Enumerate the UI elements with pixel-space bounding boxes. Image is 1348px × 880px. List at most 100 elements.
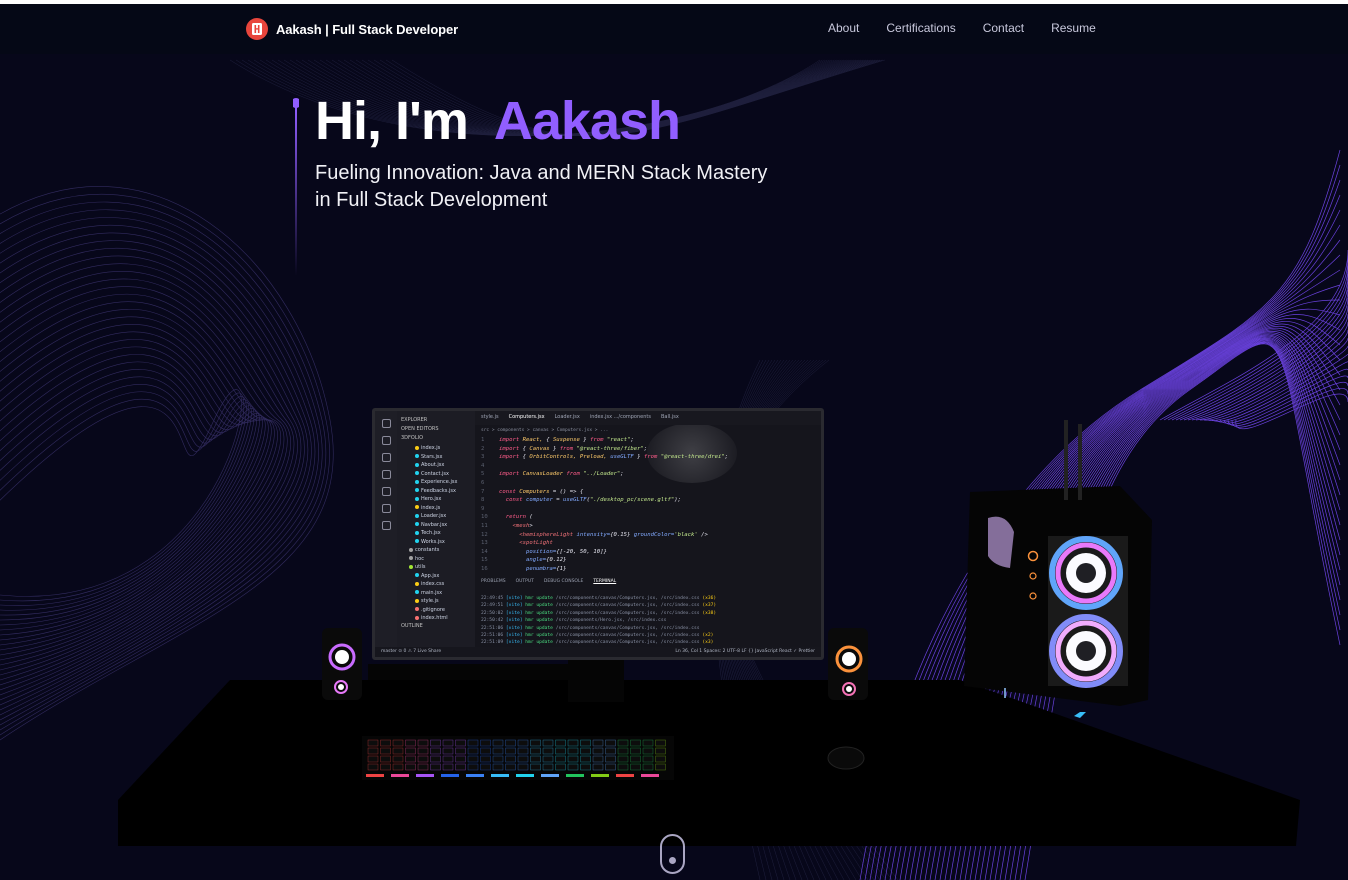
keyboard-key	[542, 747, 554, 755]
file-name: About.jsx	[421, 462, 445, 468]
explorer-file[interactable]: Tech.jsx	[401, 529, 471, 538]
file-name: Experience.jsx	[421, 479, 458, 485]
file-name: Works.jsx	[421, 538, 445, 545]
remote-icon	[381, 504, 391, 513]
keyboard-key	[505, 747, 516, 755]
keyboard-key	[480, 755, 491, 763]
keyboard-key	[367, 747, 379, 755]
keyboard-key	[555, 763, 566, 771]
explorer-file[interactable]: Hero.jsx	[401, 495, 471, 504]
editor-tab[interactable]: Ball.jsx	[661, 414, 679, 422]
explorer-file[interactable]: index.css	[401, 580, 471, 589]
file-icon	[415, 454, 419, 458]
keyboard-key	[580, 755, 591, 763]
keyboard-key	[592, 755, 604, 763]
panel-tab[interactable]: PROBLEMS	[481, 579, 506, 584]
keyboard-led	[391, 774, 409, 777]
keyboard-key	[567, 739, 579, 747]
file-icon	[409, 564, 413, 569]
keyboard-key	[605, 747, 616, 755]
explorer-file[interactable]: Stars.jsx	[401, 453, 471, 462]
keyboard-led	[591, 774, 609, 777]
explorer-file[interactable]: index.js	[401, 444, 471, 453]
timeline-icon	[381, 521, 391, 530]
terminal-line: 22:49:51 [vite] hmr update /src/componen…	[481, 603, 717, 609]
keyboard-key	[617, 763, 629, 771]
keyboard-key	[392, 747, 404, 755]
editor-tab[interactable]: Loader.jsx	[555, 414, 580, 422]
keyboard-key	[642, 763, 654, 771]
keyboard-key	[567, 763, 579, 771]
file-icon	[415, 530, 419, 535]
keyboard-key	[442, 755, 454, 763]
keyboard-key	[655, 755, 666, 763]
keyboard-key	[367, 755, 379, 763]
explorer-file[interactable]: Works.jsx	[401, 538, 471, 547]
explorer-file[interactable]: index.js	[401, 504, 471, 513]
file-icon	[415, 522, 419, 526]
explorer-file[interactable]: Navbar.jsx	[401, 521, 471, 530]
panel-tab[interactable]: OUTPUT	[516, 579, 534, 584]
vscode-panel-tabs: PROBLEMS OUTPUT DEBUG CONSOLE TERMINAL	[481, 579, 819, 584]
keyboard-key	[455, 763, 466, 771]
keyboard-key	[517, 747, 529, 755]
keyboard-key	[430, 739, 441, 747]
code-line: 16 penumbra={1}	[481, 565, 567, 572]
keyboard-key	[517, 739, 529, 747]
keyboard-key	[417, 755, 429, 763]
keyboard-key	[630, 755, 641, 763]
keyboard-led	[491, 774, 509, 777]
explorer-file[interactable]: .gitignore	[401, 606, 471, 615]
explorer-file[interactable]: main.jsx	[401, 589, 471, 598]
keyboard-key	[567, 755, 579, 763]
file-icon	[415, 573, 419, 577]
editor-tab[interactable]: Computers.jsx	[509, 414, 545, 422]
explorer-file[interactable]: Contact.jsx	[401, 470, 471, 479]
keyboard-key	[617, 755, 629, 763]
explorer-file[interactable]: style.js	[401, 597, 471, 606]
keyboard-key	[642, 755, 654, 763]
panel-tab[interactable]: TERMINAL	[593, 579, 616, 584]
keyboard-led	[366, 774, 384, 777]
file-name: main.jsx	[421, 589, 443, 596]
explorer-file[interactable]: constants	[401, 546, 471, 555]
keyboard-key	[392, 739, 404, 747]
file-name: index.css	[421, 581, 445, 587]
terminal-line: 22:49:45 [vite] hmr update /src/componen…	[481, 596, 717, 601]
panel-tab[interactable]: DEBUG CONSOLE	[544, 579, 583, 584]
terminal-line: 22:51:06 [vite] hmr update /src/componen…	[481, 633, 714, 639]
keyboard-key	[630, 747, 641, 755]
file-icon	[415, 615, 419, 620]
explorer-file[interactable]: index.html	[401, 614, 471, 623]
keyboard-key	[580, 763, 591, 771]
file-icon	[415, 590, 419, 594]
explorer-file[interactable]: Feedbacks.jsx	[401, 487, 471, 496]
editor-tab[interactable]: style.js	[481, 414, 499, 422]
keyboard-key	[642, 747, 654, 755]
code-line: 1 import React, { Suspense } from "react"…	[481, 437, 634, 443]
explorer-file[interactable]: utils	[401, 563, 471, 572]
terminal-line: 22:50:42 [vite] hmr update /src/componen…	[481, 618, 667, 624]
file-name: Feedbacks.jsx	[421, 487, 456, 494]
keyboard-key	[617, 739, 629, 747]
keyboard	[362, 736, 674, 780]
scroll-down-icon[interactable]	[660, 834, 685, 874]
keyboard-key	[492, 739, 504, 747]
keyboard-key	[592, 763, 604, 771]
file-name: index.js	[421, 504, 441, 511]
keyboard-key	[655, 747, 666, 755]
editor-tab[interactable]: index.jsx .../components	[590, 414, 651, 422]
explorer-file[interactable]: App.jsx	[401, 572, 471, 581]
keyboard-key	[455, 755, 466, 763]
explorer-file[interactable]: Experience.jsx	[401, 478, 471, 487]
explorer-file[interactable]: About.jsx	[401, 461, 471, 470]
file-icon	[415, 462, 419, 467]
keyboard-key	[455, 747, 466, 755]
vscode-status-bar: master ⊙ 0 ⚠ 7 Live Share Ln 36, Col 1 S…	[375, 647, 821, 657]
keyboard-key	[505, 755, 516, 763]
file-name: Stars.jsx	[421, 453, 443, 460]
keyboard-key	[480, 747, 491, 755]
explorer-file[interactable]: hoc	[401, 555, 471, 564]
file-name: constants	[415, 547, 440, 553]
explorer-file[interactable]: Loader.jsx	[401, 512, 471, 521]
